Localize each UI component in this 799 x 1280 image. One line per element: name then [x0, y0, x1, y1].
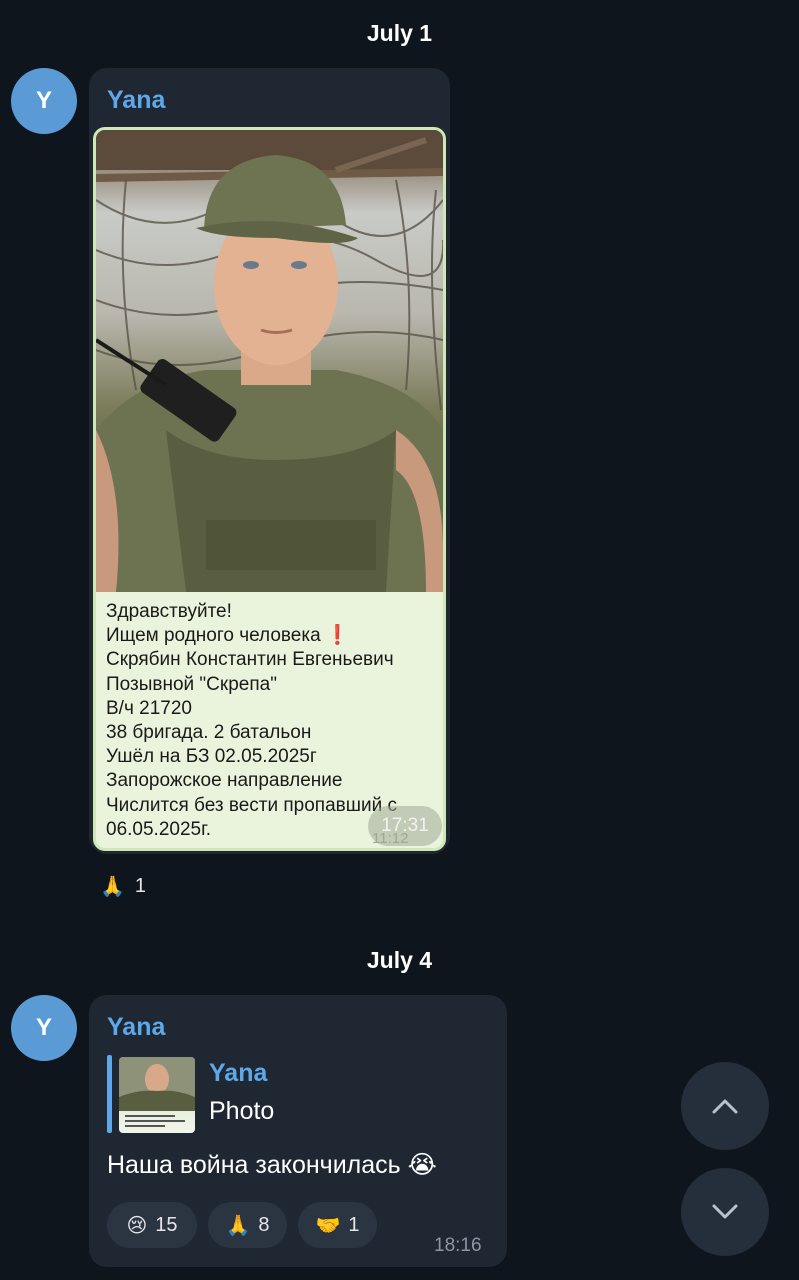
avatar[interactable]: Y — [11, 68, 77, 134]
chevron-down-icon — [712, 1204, 738, 1219]
reply-sender: Yana — [209, 1059, 268, 1087]
date-separator: July 4 — [366, 947, 433, 973]
caption-line: Позывной "Скрепа" — [106, 673, 277, 695]
reaction-chip[interactable]: 😢 15 — [107, 1202, 197, 1248]
caption-line: Ищем родного человека ❗ — [106, 625, 350, 647]
soldier-photo-illustration — [96, 130, 443, 592]
caption-line: Скрябин Константин Евгеньевич — [106, 649, 394, 671]
message-time: 17:31 — [368, 806, 442, 846]
reaction-count: 1 — [348, 1213, 360, 1236]
crying-emoji-icon: 😢 — [126, 1213, 148, 1237]
caption-line: 38 бригада. 2 батальон — [106, 722, 312, 744]
caption-line: Здравствуйте! — [106, 601, 232, 622]
message-time: 18:16 — [434, 1235, 482, 1256]
reaction-count: 1 — [134, 874, 147, 897]
caption-line: Запорожское направление — [106, 770, 343, 792]
caption-line: Ушёл на БЗ 02.05.2025г — [106, 746, 317, 768]
reaction-count: 8 — [258, 1213, 270, 1236]
chevron-up-icon — [712, 1099, 738, 1114]
reply-preview[interactable]: Yana Photo — [107, 1055, 407, 1133]
scroll-down-button[interactable] — [681, 1168, 769, 1256]
sender-name[interactable]: Yana — [107, 1013, 165, 1042]
reply-text: Photo — [209, 1097, 275, 1125]
reaction-count: 15 — [155, 1213, 178, 1236]
sender-name[interactable]: Yana — [107, 86, 165, 115]
reply-accent-bar — [107, 1055, 112, 1133]
reply-thumbnail-illustration — [119, 1057, 195, 1127]
reaction[interactable]: 🙏 1 — [100, 874, 146, 898]
reply-thumbnail — [119, 1057, 195, 1133]
date-separator: July 1 — [366, 20, 433, 46]
message-text: Наша война закончилась 😭 — [107, 1151, 437, 1179]
photo-attachment[interactable]: Здравствуйте! Ищем родного человека ❗ Ск… — [93, 127, 446, 851]
reaction-chip[interactable]: 🙏 8 — [208, 1202, 287, 1248]
avatar[interactable]: Y — [11, 995, 77, 1061]
scroll-up-button[interactable] — [681, 1062, 769, 1150]
caption-line: В/ч 21720 — [106, 697, 192, 719]
pray-emoji-icon: 🙏 — [225, 1213, 251, 1237]
pray-emoji-icon: 🙏 — [100, 874, 125, 898]
reaction-chip[interactable]: 🤝 1 — [298, 1202, 377, 1248]
handshake-emoji-icon: 🤝 — [315, 1213, 341, 1237]
photo-image — [96, 130, 443, 592]
